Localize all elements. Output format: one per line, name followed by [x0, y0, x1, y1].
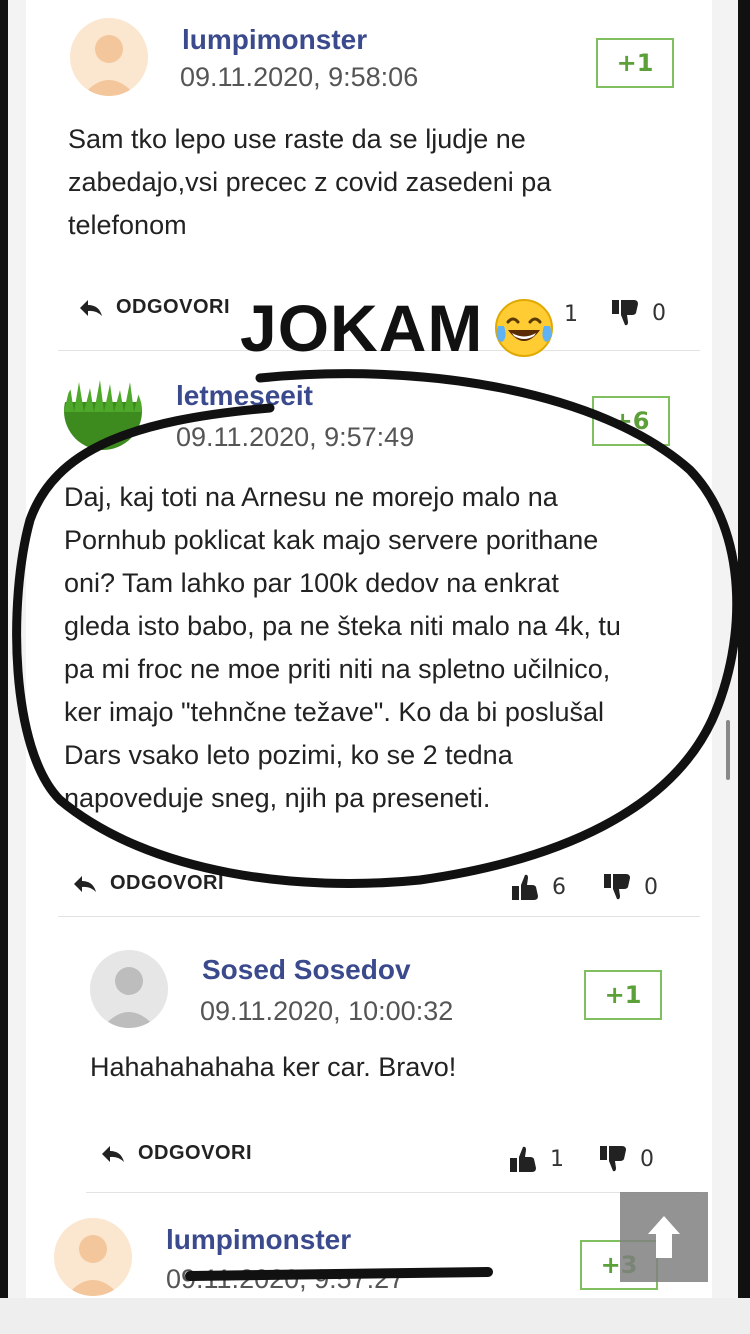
comment-username[interactable]: lumpimonster [182, 24, 367, 56]
screenshot-frame-left [0, 0, 8, 1310]
screenshot-frame-right [738, 0, 750, 1310]
thumbs-down-icon [600, 1146, 626, 1172]
comment-body: Daj, kaj toti na Arnesu ne morejo malo n… [64, 476, 621, 820]
comment-line: napoveduje sneg, njih pa preseneti. [64, 783, 491, 813]
page-gutter-left [8, 0, 26, 1310]
comment-line: pa mi froc ne moe priti niti na spletno … [64, 654, 611, 684]
score-badge[interactable]: +1 [584, 970, 662, 1020]
thumbs-up-icon [512, 874, 538, 900]
like-button[interactable]: 1 [510, 1146, 564, 1172]
score-badge[interactable]: +1 [596, 38, 674, 88]
reply-arrow-icon [74, 875, 96, 892]
dislike-count: 0 [644, 874, 658, 900]
thumbs-down-icon [612, 300, 638, 326]
avatar [70, 18, 148, 96]
like-button[interactable]: 6 [512, 874, 566, 900]
comment-line: ker imajo "tehnčne težave". Ko da bi pos… [64, 697, 604, 727]
dislike-count: 0 [640, 1146, 654, 1172]
comment-username[interactable]: Sosed Sosedov [202, 954, 411, 986]
arrow-up-icon [648, 1216, 680, 1258]
comment-line: Daj, kaj toti na Arnesu ne morejo malo n… [64, 482, 558, 512]
like-count: 6 [552, 874, 566, 900]
reply-label: ODGOVORI [110, 872, 225, 894]
dislike-count: 0 [652, 300, 666, 326]
jokam-annotation: JOKAM [240, 291, 484, 365]
comment-timestamp: 09.11.2020, 9:57:27 [166, 1264, 405, 1294]
bottom-bar [0, 1298, 750, 1334]
reply-label: ODGOVORI [138, 1142, 253, 1164]
comment-username[interactable]: lumpimonster [166, 1224, 351, 1256]
avatar [54, 1218, 132, 1296]
comment-timestamp: 09.11.2020, 10:00:32 [200, 996, 454, 1026]
comment-line: Pornhub poklicat kak majo servere porith… [64, 525, 599, 555]
comment-body: Sam tko lepo use raste da se ljudje ne z… [68, 118, 551, 247]
reply-button[interactable]: ODGOVORI [72, 872, 224, 895]
reply-label: ODGOVORI [116, 296, 231, 318]
scrollbar-thumb[interactable] [726, 720, 730, 780]
comment-timestamp: 09.11.2020, 9:57:49 [176, 422, 415, 452]
comment-line: Hahahahahaha ker car. Bravo! [90, 1052, 457, 1082]
reply-button[interactable]: ODGOVORI [78, 296, 230, 319]
reply-button[interactable]: ODGOVORI [100, 1142, 252, 1165]
like-count[interactable]: 1 [564, 302, 578, 327]
comment-line: oni? Tam lahko par 100k dedov na enkrat [64, 568, 559, 598]
like-count-value: 1 [564, 302, 578, 327]
comment-body: Hahahahahaha ker car. Bravo! [90, 1046, 456, 1089]
thumbs-up-icon [510, 1146, 536, 1172]
avatar [90, 950, 168, 1028]
comment-line: telefonom [68, 210, 187, 240]
score-badge[interactable]: +6 [592, 396, 670, 446]
comment-timestamp: 09.11.2020, 9:58:06 [180, 62, 419, 92]
comment-divider [58, 916, 700, 917]
reply-arrow-icon [80, 299, 102, 316]
avatar [64, 372, 142, 450]
comment-line: Sam tko lepo use raste da se ljudje ne [68, 124, 526, 154]
page-gutter-right [712, 0, 738, 1310]
thumbs-down-icon [604, 874, 630, 900]
comment-line: Dars vsako leto pozimi, ko se 2 tedna [64, 740, 513, 770]
like-count: 1 [550, 1146, 564, 1172]
tears-of-joy-emoji-icon [495, 299, 553, 357]
dislike-button[interactable]: 0 [612, 300, 666, 326]
scroll-to-top-button[interactable] [620, 1192, 708, 1282]
comment-line: gleda isto babo, pa ne šteka niti malo n… [64, 611, 621, 641]
comment-username[interactable]: letmeseeit [176, 380, 313, 412]
reply-arrow-icon [102, 1145, 124, 1162]
comment-divider [86, 1192, 700, 1193]
comment-line: zabedajo,vsi precec z covid zasedeni pa [68, 167, 552, 197]
dislike-button[interactable]: 0 [604, 874, 658, 900]
dislike-button[interactable]: 0 [600, 1146, 654, 1172]
